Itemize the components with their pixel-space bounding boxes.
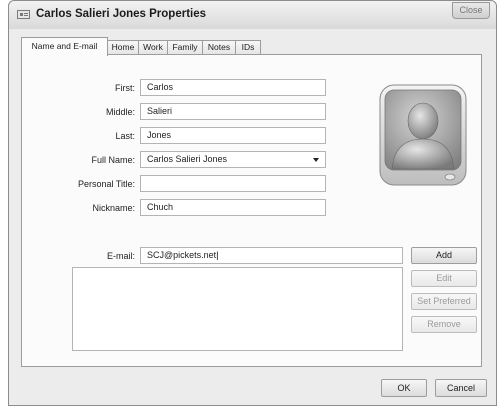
window-title: Carlos Salieri Jones Properties	[36, 8, 207, 20]
ok-button[interactable]: OK	[381, 379, 427, 397]
email-input[interactable]: SCJ@pickets.net|	[140, 247, 403, 264]
tab-family[interactable]: Family	[167, 40, 203, 55]
last-name-label: Last:	[115, 131, 135, 141]
properties-dialog: Carlos Salieri Jones Properties Close Na…	[8, 0, 497, 406]
edit-email-button[interactable]: Edit	[411, 270, 477, 287]
tab-work[interactable]: Work	[138, 40, 168, 55]
last-name-field[interactable]: Jones	[140, 127, 326, 144]
middle-name-field[interactable]: Salieri	[140, 103, 326, 120]
tab-home[interactable]: Home	[107, 40, 139, 55]
personal-title-field[interactable]	[140, 175, 326, 192]
first-name-field[interactable]: Carlos	[140, 79, 326, 96]
middle-name-label: Middle:	[105, 107, 135, 117]
nickname-field[interactable]: Chuch	[140, 199, 326, 216]
title-bar[interactable]: Carlos Salieri Jones Properties Close	[9, 1, 496, 29]
personal-title-label: Personal Title:	[77, 179, 135, 189]
remove-email-button[interactable]: Remove	[411, 316, 477, 333]
email-label: E-mail:	[106, 251, 135, 261]
tab-name-and-email[interactable]: Name and E-mail	[21, 37, 108, 56]
contact-photo[interactable]	[378, 83, 468, 189]
full-name-combobox[interactable]: Carlos Salieri Jones	[140, 151, 326, 168]
set-preferred-button[interactable]: Set Preferred	[411, 293, 477, 310]
dropdown-arrow-icon[interactable]	[313, 158, 319, 162]
close-button[interactable]: Close	[452, 2, 490, 19]
text-cursor: |	[216, 250, 219, 260]
tab-panel-name-and-email: First: Carlos Middle: Salieri Last: Jone…	[21, 54, 482, 367]
nickname-label: Nickname:	[92, 203, 135, 213]
first-name-label: First:	[115, 83, 135, 93]
cancel-button[interactable]: Cancel	[435, 379, 487, 397]
email-value: SCJ@pickets.net	[147, 250, 217, 260]
contact-card-icon	[17, 10, 30, 19]
tab-ids[interactable]: IDs	[235, 40, 261, 55]
add-email-button[interactable]: Add	[411, 247, 477, 264]
full-name-label: Full Name:	[91, 155, 135, 165]
email-list[interactable]	[72, 267, 403, 351]
dialog-footer: OK Cancel	[9, 367, 496, 405]
full-name-value: Carlos Salieri Jones	[147, 154, 228, 164]
tab-notes[interactable]: Notes	[202, 40, 236, 55]
